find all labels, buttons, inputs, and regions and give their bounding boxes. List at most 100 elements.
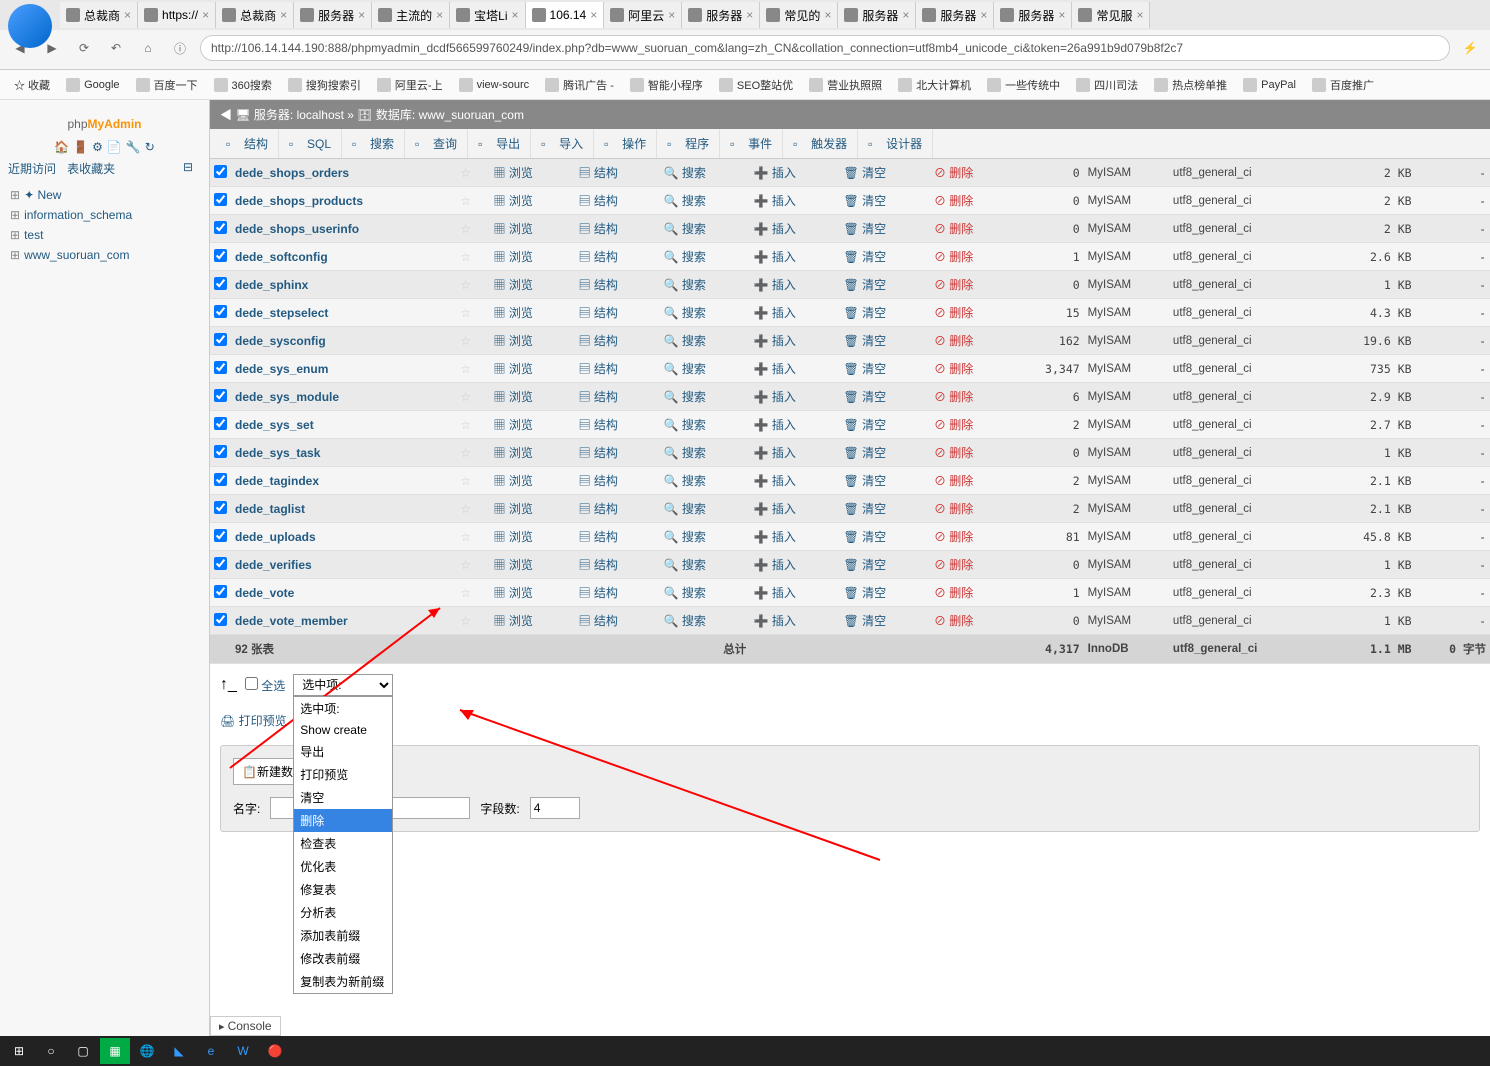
close-icon[interactable]: × (280, 8, 287, 22)
row-checkbox[interactable] (214, 333, 227, 346)
top-tab[interactable]: ▫操作 (594, 129, 657, 158)
empty-action[interactable]: 🗑 清空 (842, 194, 889, 208)
bookmark-item[interactable]: 搜狗搜索引 (282, 73, 367, 97)
drop-action[interactable]: ⊘ 删除 (932, 614, 975, 628)
dropdown-option[interactable]: 分析表 (294, 901, 392, 924)
insert-action[interactable]: ➕ 插入 (752, 194, 798, 208)
star-icon[interactable]: ☆ (460, 474, 471, 488)
close-icon[interactable]: × (1058, 8, 1065, 22)
top-tab[interactable]: ▫导出 (468, 129, 531, 158)
table-name-link[interactable]: dede_sysconfig (235, 334, 326, 348)
table-name-link[interactable]: dede_softconfig (235, 250, 328, 264)
search-action[interactable]: 🔍 搜索 (662, 222, 708, 236)
row-checkbox[interactable] (214, 473, 227, 486)
structure-action[interactable]: ▤ 结构 (577, 222, 620, 236)
browse-action[interactable]: ▦ 浏览 (492, 222, 535, 236)
bookmark-item[interactable]: 百度推广 (1306, 73, 1380, 97)
browse-action[interactable]: ▦ 浏览 (492, 250, 535, 264)
close-icon[interactable]: × (358, 8, 365, 22)
top-tab[interactable]: ▫导入 (531, 129, 594, 158)
browse-action[interactable]: ▦ 浏览 (492, 362, 535, 376)
structure-action[interactable]: ▤ 结构 (577, 586, 620, 600)
structure-action[interactable]: ▤ 结构 (577, 306, 620, 320)
browse-action[interactable]: ▦ 浏览 (492, 166, 535, 180)
search-action[interactable]: 🔍 搜索 (662, 306, 708, 320)
browser-tab[interactable]: 服务器× (994, 2, 1072, 28)
search-action[interactable]: 🔍 搜索 (662, 166, 708, 180)
empty-action[interactable]: 🗑 清空 (842, 614, 889, 628)
bookmark-item[interactable]: view-sourc (453, 74, 536, 96)
empty-action[interactable]: 🗑 清空 (842, 446, 889, 460)
star-icon[interactable]: ☆ (460, 614, 471, 628)
table-name-link[interactable]: dede_uploads (235, 530, 316, 544)
empty-action[interactable]: 🗑 清空 (842, 558, 889, 572)
empty-action[interactable]: 🗑 清空 (842, 586, 889, 600)
drop-action[interactable]: ⊘ 删除 (932, 558, 975, 572)
browse-action[interactable]: ▦ 浏览 (492, 474, 535, 488)
top-tab[interactable]: ▫事件 (720, 129, 783, 158)
bookmark-item[interactable]: 四川司法 (1070, 73, 1144, 97)
row-checkbox[interactable] (214, 305, 227, 318)
breadcrumb-server[interactable]: localhost (297, 108, 344, 122)
search-action[interactable]: 🔍 搜索 (662, 530, 708, 544)
browser-tab[interactable]: 106.14× (526, 2, 605, 28)
search-action[interactable]: 🔍 搜索 (662, 418, 708, 432)
taskbar-chrome[interactable]: 🔴 (260, 1038, 290, 1064)
row-checkbox[interactable] (214, 361, 227, 374)
star-icon[interactable]: ☆ (460, 530, 471, 544)
close-icon[interactable]: × (436, 8, 443, 22)
bookmark-item[interactable]: 阿里云-上 (371, 73, 449, 97)
table-name-link[interactable]: dede_taglist (235, 502, 305, 516)
table-name-link[interactable]: dede_verifies (235, 558, 312, 572)
dropdown-option[interactable]: Show create (294, 720, 392, 740)
dropdown-option[interactable]: 检查表 (294, 832, 392, 855)
structure-action[interactable]: ▤ 结构 (577, 278, 620, 292)
table-name-link[interactable]: dede_shops_products (235, 194, 363, 208)
insert-action[interactable]: ➕ 插入 (752, 418, 798, 432)
star-icon[interactable]: ☆ (460, 362, 471, 376)
search-action[interactable]: 🔍 搜索 (662, 502, 708, 516)
insert-action[interactable]: ➕ 插入 (752, 502, 798, 516)
dropdown-option[interactable]: 修复表 (294, 878, 392, 901)
undo-button[interactable]: ↶ (104, 36, 128, 60)
search-action[interactable]: 🔍 搜索 (662, 474, 708, 488)
db-tree-item[interactable]: information_schema (8, 205, 201, 225)
search-action[interactable]: 🔍 搜索 (662, 362, 708, 376)
top-tab[interactable]: ▫SQL (279, 129, 342, 158)
table-name-link[interactable]: dede_shops_orders (235, 166, 349, 180)
browser-tab[interactable]: https://× (138, 2, 216, 28)
close-icon[interactable]: × (902, 8, 909, 22)
structure-action[interactable]: ▤ 结构 (577, 194, 620, 208)
search-action[interactable]: 🔍 搜索 (662, 194, 708, 208)
browse-action[interactable]: ▦ 浏览 (492, 530, 535, 544)
search-action[interactable]: 🔍 搜索 (662, 278, 708, 292)
drop-action[interactable]: ⊘ 删除 (932, 334, 975, 348)
star-icon[interactable]: ☆ (460, 418, 471, 432)
structure-action[interactable]: ▤ 结构 (577, 530, 620, 544)
drop-action[interactable]: ⊘ 删除 (932, 586, 975, 600)
bulk-action-select[interactable]: 选中项: (293, 674, 393, 696)
search-action[interactable]: 🔍 搜索 (662, 586, 708, 600)
table-name-link[interactable]: dede_sys_enum (235, 362, 328, 376)
empty-action[interactable]: 🗑 清空 (842, 306, 889, 320)
browser-tab[interactable]: 阿里云× (604, 2, 682, 28)
dropdown-option[interactable]: 选中项: (294, 697, 392, 720)
search-action[interactable]: 🔍 搜索 (662, 250, 708, 264)
table-name-link[interactable]: dede_stepselect (235, 306, 328, 320)
row-checkbox[interactable] (214, 445, 227, 458)
browser-tab[interactable]: 服务器× (682, 2, 760, 28)
star-icon[interactable]: ☆ (460, 586, 471, 600)
star-icon[interactable]: ☆ (460, 194, 471, 208)
search-action[interactable]: 🔍 搜索 (662, 334, 708, 348)
search-action[interactable]: 🔍 搜索 (662, 446, 708, 460)
insert-action[interactable]: ➕ 插入 (752, 474, 798, 488)
star-icon[interactable]: ☆ (460, 306, 471, 320)
insert-action[interactable]: ➕ 插入 (752, 446, 798, 460)
bookmark-item[interactable]: 一些传统中 (981, 73, 1066, 97)
bookmark-item[interactable]: 360搜索 (208, 73, 278, 97)
taskbar-app-1[interactable]: ▦ (100, 1038, 130, 1064)
browse-action[interactable]: ▦ 浏览 (492, 390, 535, 404)
structure-action[interactable]: ▤ 结构 (577, 166, 620, 180)
browse-action[interactable]: ▦ 浏览 (492, 586, 535, 600)
table-name-link[interactable]: dede_vote (235, 586, 294, 600)
